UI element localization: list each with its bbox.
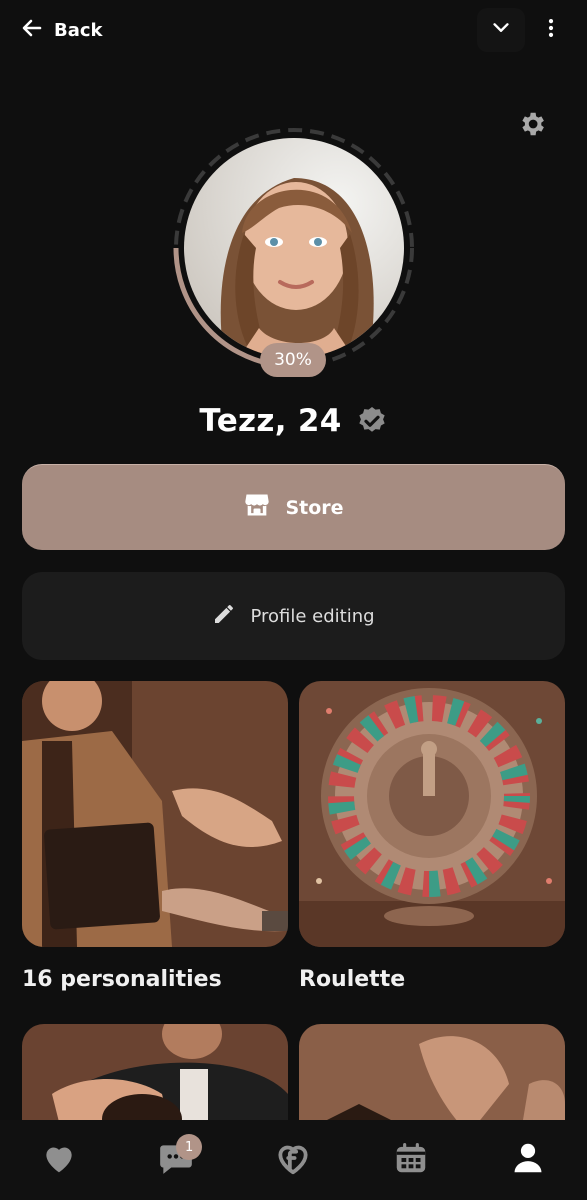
more-vertical-icon: [540, 17, 562, 43]
profile-editing-button[interactable]: Profile editing: [22, 572, 565, 660]
top-bar: Back: [0, 0, 587, 60]
verified-badge-icon: [356, 405, 388, 437]
profile-editing-label: Profile editing: [250, 605, 375, 627]
collapse-button[interactable]: [477, 8, 525, 52]
profile-avatar[interactable]: [171, 125, 417, 371]
completion-badge: 30%: [260, 343, 326, 377]
nav-chats[interactable]: 1: [146, 1130, 206, 1190]
personality-image: [22, 681, 288, 947]
avatar-photo: [184, 138, 404, 358]
chevron-down-icon: [490, 17, 512, 43]
roulette-card[interactable]: Roulette: [299, 681, 565, 992]
profile-header: Tezz, 24: [0, 398, 587, 444]
chat-count-badge: 1: [176, 1134, 203, 1160]
top-actions: [477, 8, 573, 52]
settings-button[interactable]: [512, 106, 552, 146]
roulette-image: [299, 681, 565, 947]
more-options-button[interactable]: [529, 8, 573, 52]
profile-name: Tezz, 24: [199, 403, 342, 439]
nav-home[interactable]: [263, 1130, 323, 1190]
back-button[interactable]: Back: [12, 10, 111, 50]
calendar-icon: [392, 1139, 430, 1181]
roulette-label: Roulette: [299, 967, 406, 992]
store-icon: [243, 491, 271, 524]
brand-icon: [274, 1139, 312, 1181]
nav-likes[interactable]: [29, 1130, 89, 1190]
back-label: Back: [54, 19, 103, 41]
nav-profile[interactable]: [498, 1130, 558, 1190]
store-button[interactable]: Store: [22, 464, 565, 550]
nav-calendar[interactable]: [381, 1130, 441, 1190]
gear-icon: [517, 109, 547, 143]
profile-icon: [509, 1139, 547, 1181]
heart-icon: [40, 1139, 78, 1181]
pencil-icon: [212, 602, 236, 631]
personalities-card[interactable]: 16 personalities: [22, 681, 288, 992]
arrow-left-icon: [20, 16, 44, 45]
personalities-label: 16 personalities: [22, 967, 222, 992]
store-label: Store: [285, 496, 344, 519]
bottom-navigation: 1: [0, 1120, 587, 1200]
